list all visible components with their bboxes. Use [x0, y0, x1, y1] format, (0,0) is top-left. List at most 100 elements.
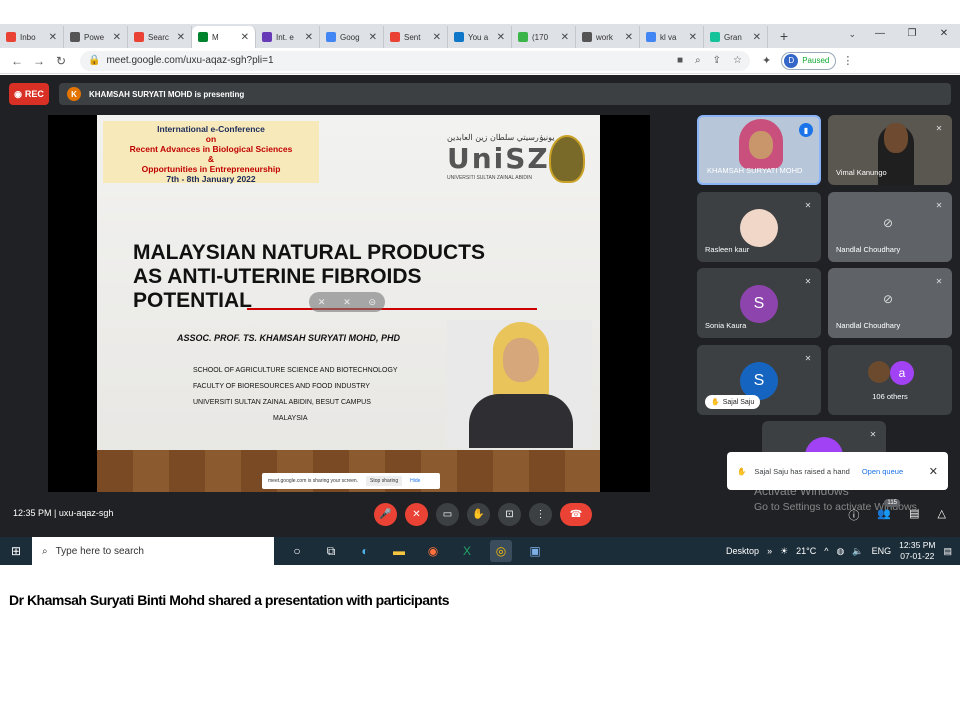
record-icon: ◉ — [14, 88, 22, 99]
tab-close-icon[interactable]: ✕ — [369, 32, 377, 43]
tab-close-icon[interactable]: ✕ — [753, 32, 761, 43]
participant-tile[interactable]: ⊘ ✕ Nandlal Choudhary — [828, 192, 952, 262]
extensions-icon[interactable]: ✦ — [762, 54, 771, 67]
camera-toggle-button[interactable]: ✕ — [405, 503, 428, 526]
raised-hand-badge: ✋ Sajal Saju — [705, 395, 761, 409]
leave-call-button[interactable]: ☎ — [560, 503, 592, 526]
mic-off-icon: ✕ — [804, 200, 812, 210]
more-options-button[interactable]: ⋮ — [529, 503, 552, 526]
cortana-icon[interactable]: ○ — [286, 540, 308, 562]
minimize-icon[interactable]: — — [864, 24, 896, 48]
browser-tab[interactable]: Int. e ✕ — [256, 26, 320, 48]
tab-close-icon[interactable]: ✕ — [113, 32, 121, 43]
browser-tab[interactable]: work ✕ — [576, 26, 640, 48]
task-view-icon[interactable]: ⧉ — [320, 540, 342, 562]
participant-tile[interactable]: ⊘ ✕ Nandlal Choudhary — [828, 268, 952, 338]
browser-tab[interactable]: Powe ✕ — [64, 26, 128, 48]
notifications-icon[interactable]: ▤ — [943, 546, 952, 557]
edge-icon[interactable]: ◐ — [354, 540, 376, 562]
tab-close-icon[interactable]: ✕ — [689, 32, 697, 43]
affiliation-line: FACULTY OF BIORESOURCES AND FOOD INDUSTR… — [193, 383, 370, 390]
tab-label: Int. e — [276, 32, 294, 42]
chevron-right-icon[interactable]: » — [767, 546, 772, 556]
browser-tab[interactable]: Sent ✕ — [384, 26, 448, 48]
tile-hover-controls[interactable]: ✕ ✕ ⊝ — [309, 292, 385, 312]
browser-tab[interactable]: Searc ✕ — [128, 26, 192, 48]
browser-tab[interactable]: Inbo ✕ — [0, 26, 64, 48]
url-field[interactable]: 🔒 meet.google.com/uxu-aqaz-sgh?pli=1 ■ ⌕… — [80, 50, 750, 71]
windows-start-icon[interactable]: ⊞ — [0, 544, 32, 558]
participant-name: Nandlal Choudhary — [836, 321, 901, 330]
close-window-icon[interactable]: ✕ — [928, 24, 960, 48]
browser-tab[interactable]: M ✕ — [192, 26, 256, 48]
zoom-icon[interactable]: ⌕ — [695, 55, 701, 66]
raise-hand-button[interactable]: ✋ — [467, 503, 490, 526]
share-icon[interactable]: ⇪ — [713, 55, 721, 66]
browser-tab[interactable]: (170 ✕ — [512, 26, 576, 48]
stop-sharing-button[interactable]: Stop sharing — [366, 476, 403, 486]
participant-tile[interactable]: ✕ Rasleen kaur — [697, 192, 821, 262]
tab-close-icon[interactable]: ✕ — [241, 32, 249, 43]
chrome-icon[interactable]: ◎ — [490, 540, 512, 562]
tab-close-icon[interactable]: ✕ — [49, 32, 57, 43]
activities-icon[interactable]: △ — [938, 507, 946, 523]
others-tile[interactable]: a 106 others — [828, 345, 952, 415]
open-queue-link[interactable]: Open queue — [862, 467, 903, 476]
hide-share-bar-button[interactable]: Hide — [410, 478, 420, 484]
temperature[interactable]: 21°C — [796, 546, 816, 556]
desktop-label[interactable]: Desktop — [726, 546, 759, 556]
presentation-app-icon[interactable]: ▣ — [524, 540, 546, 562]
tab-close-icon[interactable]: ✕ — [433, 32, 441, 43]
reload-icon[interactable]: ↻ — [50, 54, 72, 68]
firefox-icon[interactable]: ◉ — [422, 540, 444, 562]
captions-button[interactable]: ▭ — [436, 503, 459, 526]
present-button[interactable]: ⊡ — [498, 503, 521, 526]
close-icon[interactable]: ✕ — [929, 465, 938, 478]
bookmark-star-icon[interactable]: ☆ — [733, 55, 742, 66]
network-icon[interactable]: ◍ — [837, 546, 845, 557]
tab-close-icon[interactable]: ✕ — [625, 32, 633, 43]
browser-tab[interactable]: kl va ✕ — [640, 26, 704, 48]
conf-line6: 7th - 8th January 2022 — [166, 174, 256, 184]
tab-list: Inbo ✕ Powe ✕ Searc ✕ M ✕ Int. e ✕ Goog ✕ Sent ✕ You a… — [0, 24, 768, 48]
volume-icon[interactable]: 🔈 — [852, 546, 863, 557]
file-explorer-icon[interactable]: ▬ — [388, 540, 410, 562]
restore-icon[interactable]: ❐ — [896, 24, 928, 48]
tab-label: M — [212, 32, 219, 42]
camera-icon[interactable]: ■ — [677, 55, 683, 66]
participant-tile[interactable]: S ✕ ✋ Sajal Saju — [697, 345, 821, 415]
profile-button[interactable]: D Paused — [781, 51, 837, 70]
toast-text: Sajal Saju has raised a hand — [754, 466, 850, 476]
people-icon[interactable]: 👥 — [877, 507, 891, 523]
tab-close-icon[interactable]: ✕ — [561, 32, 569, 43]
gmail-icon — [6, 32, 16, 42]
language[interactable]: ENG — [872, 546, 892, 556]
excel-icon[interactable]: X — [456, 540, 478, 562]
browser-tab[interactable]: Gran ✕ — [704, 26, 768, 48]
tab-search-icon[interactable]: ⌄ — [848, 29, 856, 40]
pin-icon[interactable]: ✕ — [318, 297, 326, 308]
call-controls: 🎤 ✕ ▭ ✋ ⊡ ⋮ ☎ — [374, 503, 592, 526]
tab-close-icon[interactable]: ✕ — [305, 32, 313, 43]
google-icon — [326, 32, 336, 42]
participant-tile[interactable]: S ✕ Sonia Kaura — [697, 268, 821, 338]
more-icon[interactable]: ⊝ — [369, 297, 377, 308]
browser-menu-icon[interactable]: ⋮ — [842, 54, 853, 67]
chat-icon[interactable]: ▤ — [909, 507, 919, 523]
tab-close-icon[interactable]: ✕ — [497, 32, 505, 43]
taskbar-search[interactable]: ⌕ Type here to search — [32, 537, 274, 565]
address-bar: ← → ↻ 🔒 meet.google.com/uxu-aqaz-sgh?pli… — [0, 48, 960, 74]
tab-close-icon[interactable]: ✕ — [177, 32, 185, 43]
info-icon[interactable]: ⓘ — [848, 507, 859, 523]
participant-tile[interactable]: ▮ KHAMSAH SURYATI MOHD — [697, 115, 821, 185]
mute-icon[interactable]: ✕ — [343, 297, 351, 308]
participant-tile[interactable]: ✕ Vimal Kanungo — [828, 115, 952, 185]
new-tab-button[interactable]: + — [774, 28, 794, 44]
browser-tab[interactable]: Goog ✕ — [320, 26, 384, 48]
back-icon[interactable]: ← — [6, 54, 28, 68]
chevron-up-icon[interactable]: ^ — [824, 546, 828, 556]
browser-tab[interactable]: You a ✕ — [448, 26, 512, 48]
taskbar-clock[interactable]: 12:35 PM 07-01-22 — [899, 540, 935, 562]
mic-toggle-button[interactable]: 🎤 — [374, 503, 397, 526]
forward-icon[interactable]: → — [28, 54, 50, 68]
